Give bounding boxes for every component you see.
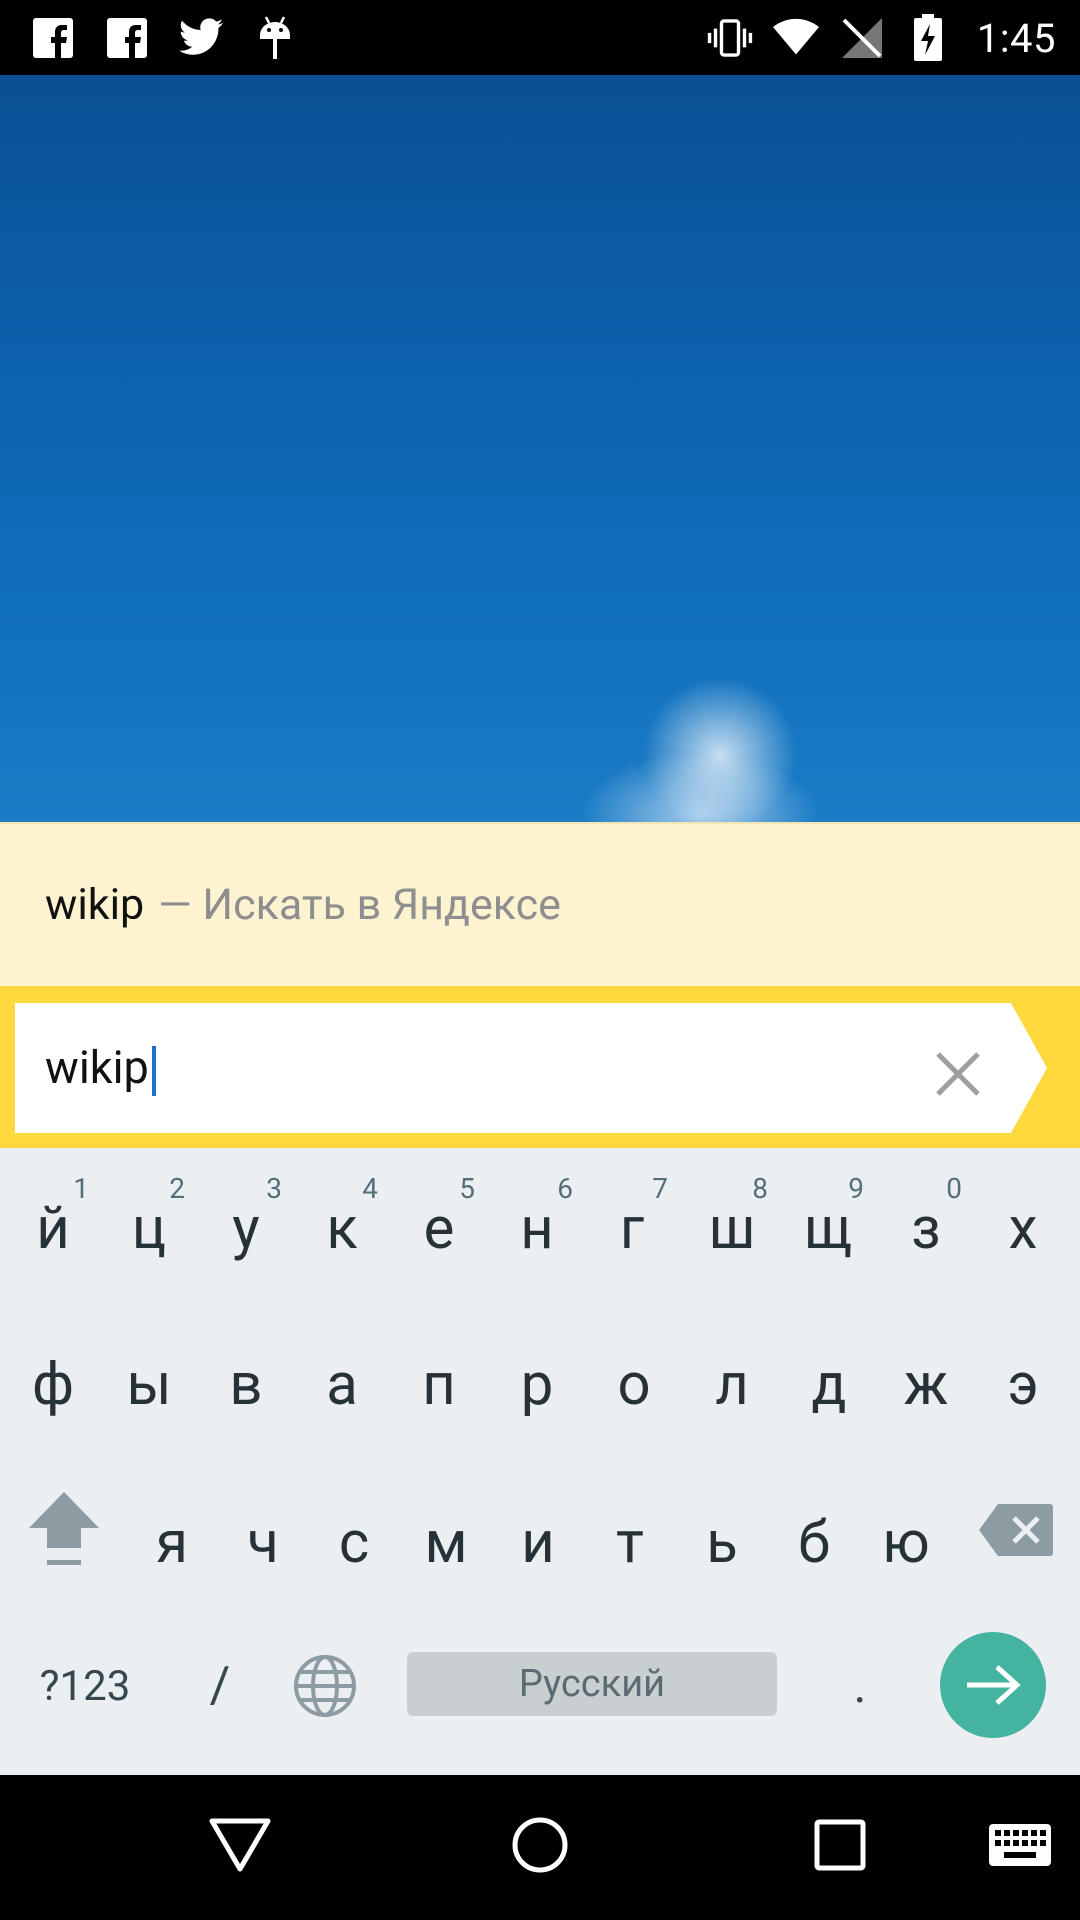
shift-key[interactable] <box>16 1470 112 1590</box>
key-row2-9[interactable]: д <box>781 1310 877 1460</box>
key-1[interactable]: 1й <box>5 1148 101 1298</box>
back-button[interactable] <box>190 1795 290 1895</box>
status-bar: 1:45 <box>0 0 1080 75</box>
home-icon <box>512 1817 568 1873</box>
facebook-icon <box>104 15 150 61</box>
search-input[interactable]: wikip <box>15 1003 1047 1133</box>
key-row2-5[interactable]: п <box>391 1310 487 1460</box>
key-row3-1[interactable]: я <box>124 1462 220 1612</box>
close-icon <box>936 1052 980 1096</box>
recents-button[interactable] <box>790 1795 890 1895</box>
shift-icon <box>29 1492 99 1565</box>
back-icon <box>209 1818 271 1872</box>
recents-icon <box>814 1819 866 1871</box>
suggestion-hint: — Искать в Яндексе <box>158 880 561 930</box>
slash-key[interactable]: / <box>170 1636 270 1736</box>
android-icon <box>252 15 298 61</box>
suggestion-query: wikip <box>45 880 145 930</box>
key-row2-3[interactable]: в <box>198 1310 294 1460</box>
key-row2-7[interactable]: о <box>586 1310 682 1460</box>
notification-icons <box>30 12 298 64</box>
search-suggestion[interactable]: wikip — Искать в Яндексе <box>0 822 1080 986</box>
key-row2-1[interactable]: ф <box>5 1310 101 1460</box>
language-key[interactable] <box>280 1636 370 1736</box>
vibrate-icon <box>707 15 753 61</box>
key-3[interactable]: 3у <box>198 1148 294 1298</box>
key-10[interactable]: 0з <box>878 1148 974 1298</box>
keyboard-switcher-button[interactable] <box>970 1795 1070 1895</box>
search-input-text: wikip <box>45 1041 149 1094</box>
space-key[interactable]: Русский <box>407 1652 777 1716</box>
key-row2-2[interactable]: ы <box>101 1310 197 1460</box>
key-2[interactable]: 2ц <box>101 1148 197 1298</box>
key-row2-8[interactable]: л <box>684 1310 780 1460</box>
backspace-key[interactable] <box>966 1480 1066 1580</box>
system-icons: 1:45 <box>707 12 1056 64</box>
search-bar: wikip <box>0 986 1080 1148</box>
globe-icon <box>294 1655 356 1717</box>
key-row3-5[interactable]: и <box>490 1462 586 1612</box>
key-row3-6[interactable]: т <box>582 1462 678 1612</box>
twitter-icon <box>178 15 224 61</box>
battery-charging-icon <box>905 14 951 61</box>
key-7[interactable]: 7г <box>584 1148 680 1298</box>
key-row3-8[interactable]: б <box>766 1462 862 1612</box>
keyboard-icon <box>989 1824 1051 1866</box>
period-key[interactable]: . <box>810 1636 910 1736</box>
key-row2-4[interactable]: а <box>294 1310 390 1460</box>
key-6[interactable]: 6н <box>489 1148 585 1298</box>
key-row3-4[interactable]: м <box>398 1462 494 1612</box>
wallpaper-background <box>0 75 1080 822</box>
key-11[interactable]: х <box>975 1148 1071 1298</box>
facebook-icon <box>30 15 76 61</box>
key-row3-2[interactable]: ч <box>215 1462 311 1612</box>
key-4[interactable]: 4к <box>294 1148 390 1298</box>
key-9[interactable]: 9щ <box>780 1148 876 1298</box>
key-5[interactable]: 5е <box>391 1148 487 1298</box>
backspace-icon <box>979 1504 1053 1556</box>
clear-button[interactable] <box>920 1036 996 1112</box>
no-signal-icon <box>839 15 885 61</box>
key-row2-11[interactable]: э <box>975 1310 1071 1460</box>
home-button[interactable] <box>490 1795 590 1895</box>
key-row3-7[interactable]: ь <box>674 1462 770 1612</box>
key-row3-3[interactable]: с <box>306 1462 402 1612</box>
enter-key[interactable] <box>940 1632 1046 1738</box>
key-row2-6[interactable]: р <box>489 1310 585 1460</box>
key-row3-9[interactable]: ю <box>858 1462 954 1612</box>
status-time: 1:45 <box>976 14 1056 62</box>
navigation-bar <box>0 1775 1080 1920</box>
symbols-key[interactable]: ?123 <box>20 1636 150 1736</box>
key-row2-10[interactable]: ж <box>878 1310 974 1460</box>
key-8[interactable]: 8ш <box>684 1148 780 1298</box>
wifi-icon <box>772 15 819 61</box>
arrow-right-icon <box>967 1665 1021 1705</box>
text-caret <box>151 1046 156 1097</box>
